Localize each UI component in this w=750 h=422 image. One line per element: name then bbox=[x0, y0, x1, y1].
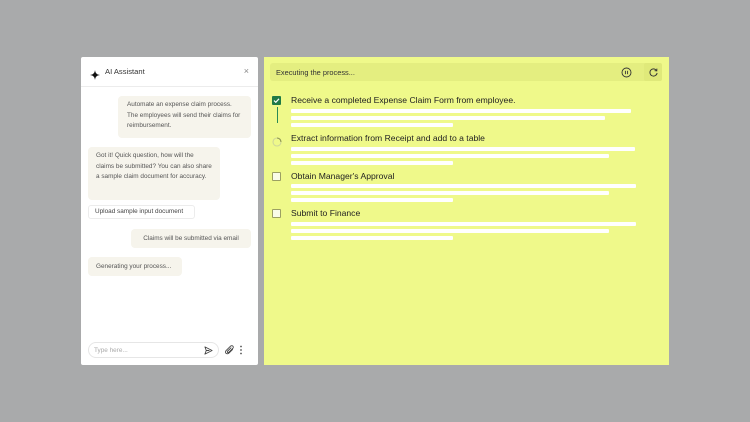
placeholder-line bbox=[291, 123, 453, 127]
placeholder-line bbox=[291, 198, 453, 202]
loading-spinner-icon bbox=[272, 134, 282, 147]
placeholder-line bbox=[291, 161, 453, 165]
process-panel: Executing the process... Receive a compl… bbox=[264, 57, 669, 365]
placeholder-line bbox=[291, 184, 636, 188]
step-title: Submit to Finance bbox=[291, 208, 361, 218]
message-composer bbox=[88, 342, 251, 358]
step-title: Obtain Manager's Approval bbox=[291, 171, 395, 181]
placeholder-line bbox=[291, 116, 605, 120]
step-checkbox[interactable] bbox=[272, 172, 281, 181]
paperclip-icon[interactable] bbox=[225, 344, 235, 356]
placeholder-line bbox=[291, 236, 453, 240]
step-title: Extract information from Receipt and add… bbox=[291, 133, 485, 143]
message-input-wrapper bbox=[88, 342, 219, 358]
process-status-text: Executing the process... bbox=[276, 67, 355, 77]
assistant-title: AI Assistant bbox=[105, 67, 145, 76]
assistant-header: AI Assistant × bbox=[81, 57, 258, 87]
user-message-request: Automate an expense claim process. The e… bbox=[118, 96, 251, 138]
message-input[interactable] bbox=[94, 346, 204, 354]
ai-message-status: Generating your process... bbox=[88, 257, 182, 276]
refresh-icon[interactable] bbox=[644, 63, 662, 81]
step-connector-line bbox=[277, 107, 279, 123]
pause-icon[interactable] bbox=[617, 63, 635, 81]
upload-sample-button[interactable]: Upload sample input document bbox=[88, 205, 195, 219]
step-checkbox-checked[interactable] bbox=[272, 96, 281, 105]
step-checkbox[interactable] bbox=[272, 209, 281, 218]
placeholder-line bbox=[291, 154, 609, 158]
process-status-bar: Executing the process... bbox=[270, 63, 662, 81]
send-icon[interactable] bbox=[204, 345, 213, 355]
placeholder-line bbox=[291, 229, 609, 233]
placeholder-line bbox=[291, 222, 636, 226]
close-icon[interactable]: × bbox=[244, 67, 249, 76]
sparkle-icon bbox=[90, 67, 100, 80]
placeholder-line bbox=[291, 147, 635, 151]
user-message-reply: Claims will be submitted via email bbox=[131, 229, 251, 248]
ai-message-question: Got it! Quick question, how will the cla… bbox=[88, 147, 220, 200]
placeholder-line bbox=[291, 191, 609, 195]
ai-assistant-panel: AI Assistant × Automate an expense claim… bbox=[81, 57, 258, 365]
more-vertical-icon[interactable] bbox=[239, 345, 243, 355]
step-title: Receive a completed Expense Claim Form f… bbox=[291, 95, 516, 105]
placeholder-line bbox=[291, 109, 631, 113]
